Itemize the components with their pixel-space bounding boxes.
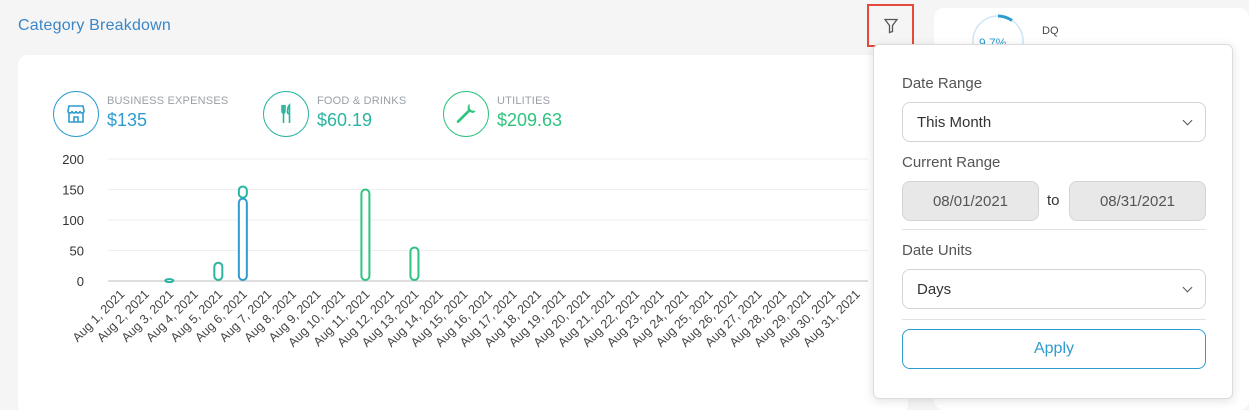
- chevron-down-icon: [1182, 115, 1193, 125]
- filter-popover: Date Range This Month Current Range 08/0…: [873, 44, 1233, 399]
- date-range-value: This Month: [917, 113, 992, 131]
- bar: [213, 261, 224, 281]
- divider: [902, 229, 1206, 230]
- start-date-field[interactable]: 08/01/2021: [902, 181, 1039, 221]
- bar: [409, 246, 420, 281]
- apply-button[interactable]: Apply: [902, 329, 1206, 369]
- y-tick-label: 0: [77, 274, 84, 289]
- bar: [237, 185, 248, 199]
- dq-label: DQ: [1042, 25, 1059, 37]
- divider: [902, 319, 1206, 320]
- to-label: to: [1047, 192, 1060, 209]
- date-units-value: Days: [917, 280, 952, 298]
- category-bar-chart: 050100150200Aug 1, 2021Aug 2, 2021Aug 3,…: [62, 152, 868, 350]
- date-units-label: Date Units: [902, 242, 973, 259]
- bar: [360, 188, 371, 281]
- chevron-down-icon: [1182, 282, 1193, 292]
- y-tick-label: 200: [62, 152, 84, 167]
- date-units-select[interactable]: Days: [902, 269, 1206, 309]
- date-range-label: Date Range: [902, 75, 983, 92]
- filter-icon: [883, 18, 898, 33]
- y-tick-label: 100: [62, 213, 84, 228]
- current-range-label: Current Range: [902, 154, 1001, 171]
- bar: [164, 278, 175, 284]
- y-tick-label: 50: [70, 244, 84, 259]
- end-date-field[interactable]: 08/31/2021: [1069, 181, 1206, 221]
- section-title: Category Breakdown: [18, 17, 172, 34]
- category-breakdown-card: BUSINESS EXPENSES $135 FOOD & DRINKS $60…: [18, 55, 908, 410]
- bar: [237, 197, 248, 281]
- y-tick-label: 150: [62, 183, 84, 198]
- date-range-select[interactable]: This Month: [902, 102, 1206, 142]
- filter-button[interactable]: [867, 4, 914, 47]
